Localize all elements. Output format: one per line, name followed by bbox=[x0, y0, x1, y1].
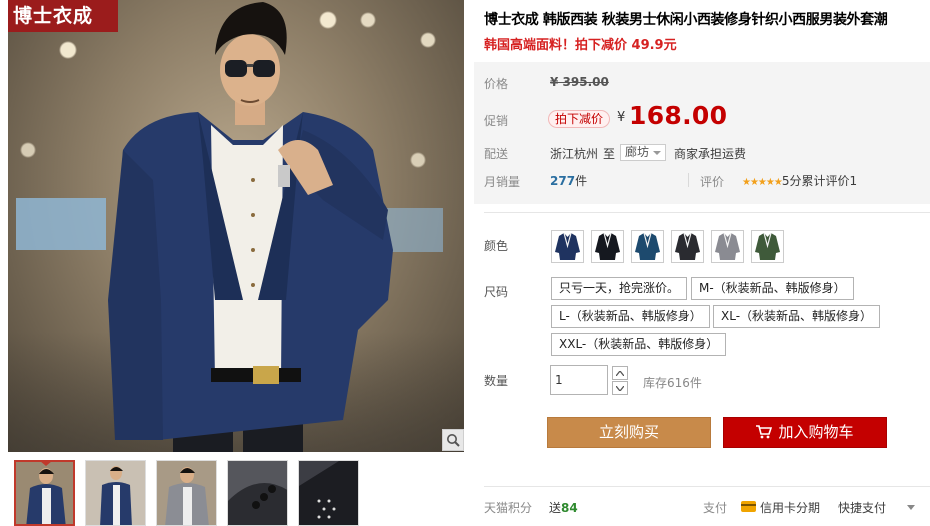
chevron-down-icon bbox=[616, 385, 624, 391]
shipping-to-word: 至 bbox=[603, 147, 616, 161]
divider bbox=[484, 212, 930, 213]
destination-value: 廊坊 bbox=[625, 145, 650, 159]
thumbnail-1[interactable] bbox=[14, 460, 75, 526]
promo-tag: 拍下减价 bbox=[548, 110, 611, 128]
background-screen bbox=[16, 198, 106, 250]
quantity-increase-button[interactable] bbox=[612, 366, 628, 380]
thumbnail-4[interactable] bbox=[227, 460, 288, 526]
jacket-icon bbox=[675, 232, 700, 260]
jacket-icon bbox=[715, 232, 740, 260]
original-price: ¥ 395.00 bbox=[550, 75, 609, 89]
size-option-m[interactable]: M-（秋装新品、韩版修身） bbox=[691, 277, 854, 300]
add-to-cart-button[interactable]: 加入购物车 bbox=[723, 417, 887, 448]
color-label: 颜色 bbox=[484, 239, 509, 253]
divider bbox=[688, 173, 689, 187]
main-product-image[interactable] bbox=[8, 0, 464, 452]
size-label: 尺码 bbox=[484, 285, 509, 299]
currency-symbol: ¥ bbox=[617, 110, 626, 125]
rating-stars-icon: ★★★★★ bbox=[742, 177, 783, 188]
brand-badge: 博士衣成 bbox=[8, 0, 118, 32]
color-swatch-2[interactable] bbox=[591, 230, 624, 263]
sales-label: 月销量 bbox=[484, 175, 521, 189]
chevron-up-icon bbox=[616, 370, 624, 376]
chevron-down-icon[interactable] bbox=[907, 505, 915, 510]
jacket-icon bbox=[755, 232, 780, 260]
buy-now-button[interactable]: 立刻购买 bbox=[547, 417, 711, 448]
divider bbox=[484, 486, 930, 487]
price-label: 价格 bbox=[484, 77, 509, 91]
chevron-down-icon bbox=[653, 150, 662, 155]
quantity-decrease-button[interactable] bbox=[612, 381, 628, 395]
rating[interactable]: ★★★★★5分累计评价1 bbox=[742, 172, 857, 189]
zoom-icon[interactable] bbox=[442, 429, 464, 451]
quick-pay[interactable]: 快捷支付 bbox=[838, 499, 886, 516]
jacket-icon bbox=[635, 232, 660, 260]
color-swatch-4[interactable] bbox=[671, 230, 704, 263]
product-subtitle: 韩国高端面料！拍下减价 49.9元 bbox=[484, 38, 677, 53]
quantity-input[interactable]: 1 bbox=[550, 365, 608, 395]
size-option-l[interactable]: L-（秋装新品、韩版修身） bbox=[551, 305, 710, 328]
promo-label: 促销 bbox=[484, 114, 509, 128]
shipping-label: 配送 bbox=[484, 147, 509, 161]
size-option[interactable]: 只亏一天，抢完涨价。 bbox=[551, 277, 688, 300]
stock-text: 库存616件 bbox=[643, 376, 702, 390]
destination-select[interactable]: 廊坊 bbox=[620, 144, 667, 161]
card-installment[interactable]: 信用卡分期 bbox=[760, 499, 820, 516]
payment-label: 支付 bbox=[703, 501, 728, 515]
points-prefix: 送 bbox=[549, 501, 562, 515]
rating-text: 5分累计评价1 bbox=[781, 174, 858, 188]
jacket-icon bbox=[595, 232, 620, 260]
cart-icon bbox=[756, 425, 773, 439]
sales-value: 277 bbox=[550, 174, 576, 188]
model-figure bbox=[108, 2, 393, 452]
color-swatch-3[interactable] bbox=[631, 230, 664, 263]
color-swatch-6[interactable] bbox=[751, 230, 784, 263]
quantity-label: 数量 bbox=[484, 374, 509, 388]
color-swatch-5[interactable] bbox=[711, 230, 744, 263]
rating-label: 评价 bbox=[700, 175, 725, 189]
thumbnail-strip bbox=[14, 460, 359, 526]
sales-unit: 件 bbox=[575, 174, 588, 188]
shipping-from: 浙江杭州 bbox=[550, 147, 599, 161]
thumbnail-3[interactable] bbox=[156, 460, 217, 526]
product-title: 博士衣成 韩版西装 秋装男士休闲小西装修身针织小西服男装外套潮 bbox=[484, 12, 888, 28]
size-option-xl[interactable]: XL-（秋装新品、韩版修身） bbox=[713, 305, 881, 328]
size-option-xxl[interactable]: XXL-（秋装新品、韩版修身） bbox=[551, 333, 727, 356]
color-swatches bbox=[551, 230, 784, 263]
color-swatch-1[interactable] bbox=[551, 230, 584, 263]
add-to-cart-label: 加入购物车 bbox=[778, 423, 854, 441]
points-label: 天猫积分 bbox=[484, 501, 533, 515]
thumbnail-5[interactable] bbox=[298, 460, 359, 526]
points-value: 84 bbox=[561, 501, 578, 515]
thumbnail-2[interactable] bbox=[85, 460, 146, 526]
current-price: 168.00 bbox=[629, 101, 728, 130]
credit-card-icon bbox=[741, 501, 756, 512]
shipping-note: 商家承担运费 bbox=[674, 147, 747, 161]
jacket-icon bbox=[555, 232, 580, 260]
